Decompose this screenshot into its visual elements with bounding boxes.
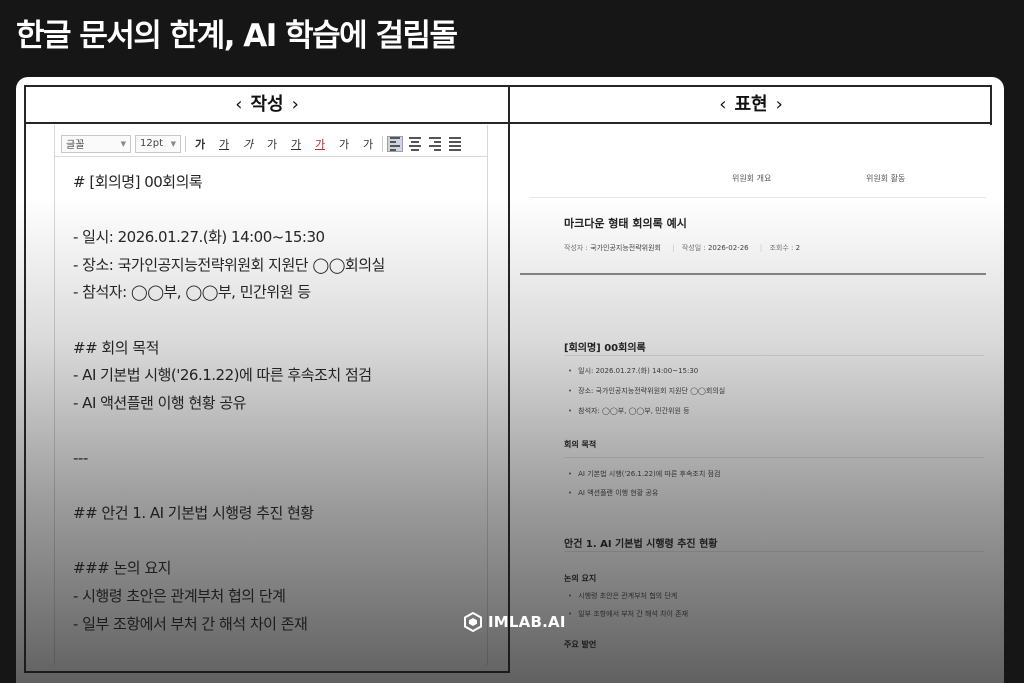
left-column-title: 작성: [250, 94, 284, 115]
page-headline: 한글 문서의 한계, AI 학습에 걸림돌: [16, 18, 458, 54]
align-left-icon[interactable]: [387, 135, 403, 152]
date-value: 2026-02-26: [707, 244, 749, 252]
editor-line: - AI 액션플랜 이행 현황 공유: [73, 393, 246, 412]
minutes-list: 일시: 2026.01.27.(화) 14:00~15:30 장소: 국가인공지…: [568, 361, 725, 421]
heading-key-remarks: 주요 발언: [564, 640, 597, 649]
editor-document[interactable]: 글꼴 ▼ 12pt ▼ 가 가 가 가 가 가 가 가 # [회의명] 00회의…: [54, 125, 488, 665]
post-meta: 작성자 : 국가인공지능전략위원회 | 작성일 : 2026-02-26 | 조…: [564, 243, 804, 253]
editor-line: - 일시: 2026.01.27.(화) 14:00~15:30: [73, 228, 325, 247]
date-label: 작성일 :: [681, 244, 706, 252]
rendered-preview: 위원회 개요 위원회 활동 마크다운 형태 회의록 예시 작성자 : 국가인공지…: [510, 125, 992, 673]
heading-agenda-1: 안건 1. AI 기본법 시행령 추진 현황: [564, 539, 718, 550]
toolbar-separator: [185, 135, 186, 152]
chevron-right-icon: ›: [775, 94, 783, 115]
views-label: 조회수 :: [769, 244, 794, 252]
comparison-card: ‹ 작성 › ‹ 표현 › 글꼴 ▼ 12pt ▼ 가 가 가 가 가 가 가 …: [16, 77, 1004, 683]
highlight-color-button[interactable]: 가: [310, 136, 330, 152]
editor-line: ## 안건 1. AI 기본법 시행령 추진 현황: [73, 504, 314, 523]
editor-line: - 시행령 초안은 관계부처 협의 단계: [73, 586, 286, 605]
list-item: 일부 조항에서 부처 간 해석 차이 존재: [568, 605, 688, 623]
align-center-icon[interactable]: [407, 136, 423, 152]
editor-line: ---: [73, 448, 88, 467]
watermark-text: IMLAB.AI: [488, 613, 566, 631]
hexagon-logo-icon: [464, 612, 482, 632]
list-item: 일시: 2026.01.27.(화) 14:00~15:30: [568, 361, 725, 381]
editor-line: # [회의명] 00회의록: [73, 173, 203, 191]
font-size-value: 12pt: [140, 138, 163, 149]
editor-line: - 장소: 국가인공지능전략위원회 지원단 ◯◯회의실: [73, 255, 385, 274]
heading-underline: [564, 355, 984, 356]
list-item: 장소: 국가인공지능전략위원회 지원단 ◯◯회의실: [568, 381, 725, 401]
bold-button[interactable]: 가: [190, 136, 210, 152]
editor-line: - AI 기본법 시행('26.1.22)에 따른 후속조치 점검: [73, 366, 372, 385]
align-right-icon[interactable]: [427, 136, 443, 152]
chevron-right-icon: ›: [291, 94, 299, 115]
chevron-down-icon: ▼: [120, 139, 126, 148]
post-title: 마크다운 형태 회의록 예시: [564, 217, 687, 230]
comparison-frame: ‹ 작성 › ‹ 표현 › 글꼴 ▼ 12pt ▼ 가 가 가 가 가 가 가 …: [24, 85, 992, 673]
heading-underline: [564, 457, 984, 458]
chevron-left-icon: ‹: [719, 94, 727, 115]
right-column-title: 표현: [734, 94, 768, 115]
heading-underline: [564, 551, 984, 552]
post-divider: [520, 273, 986, 275]
editor-line: ### 논의 요지: [73, 559, 171, 578]
underline-button[interactable]: 가: [214, 136, 234, 152]
editor-line: ## 회의 목적: [73, 338, 159, 357]
right-column-header: ‹ 표현 ›: [510, 87, 992, 122]
views-value: 2: [795, 244, 801, 252]
summary-list: 시행령 초안은 관계부처 협의 단계 일부 조항에서 부처 간 해석 차이 존재: [568, 587, 688, 623]
chevron-left-icon: ‹: [235, 94, 243, 115]
nav-link-committee-overview[interactable]: 위원회 개요: [732, 173, 771, 184]
italic-button[interactable]: 가: [238, 136, 258, 152]
heading-minutes: [회의명] 00회의록: [564, 343, 646, 354]
font-size-select[interactable]: 12pt ▼: [135, 134, 181, 153]
meta-separator: |: [759, 244, 763, 252]
left-column-header: ‹ 작성 ›: [26, 87, 508, 122]
editor-body[interactable]: # [회의명] 00회의록 - 일시: 2026.01.27.(화) 14:00…: [73, 169, 473, 638]
list-item: 참석자: ◯◯부, ◯◯부, 민간위원 등: [568, 401, 725, 421]
list-item: AI 액션플랜 이행 현황 공유: [568, 484, 720, 503]
purpose-list: AI 기본법 시행('26.1.22)에 따른 후속조치 점검 AI 액션플랜 …: [568, 465, 720, 503]
heading-purpose: 회의 목적: [564, 440, 597, 449]
font-family-value: 글꼴: [66, 140, 85, 151]
editor-line: - 참석자: ◯◯부, ◯◯부, 민간위원 등: [73, 283, 311, 302]
nav-link-committee-activities[interactable]: 위원회 활동: [866, 173, 905, 184]
meta-separator: |: [672, 244, 675, 252]
author-value: 국가인공지능전략위원회: [590, 244, 661, 252]
nav-divider: [530, 197, 986, 198]
list-item: AI 기본법 시행('26.1.22)에 따른 후속조치 점검: [568, 465, 720, 484]
font-color-button[interactable]: 가: [286, 136, 306, 152]
strikethrough-button[interactable]: 가: [262, 136, 282, 152]
chevron-down-icon: ▼: [170, 139, 176, 148]
align-justify-icon[interactable]: [447, 136, 463, 152]
author-label: 작성자 :: [564, 244, 588, 252]
subscript-button[interactable]: 가: [358, 136, 378, 152]
list-item: 시행령 초안은 관계부처 협의 단계: [568, 587, 688, 605]
toolbar-separator: [382, 135, 383, 152]
watermark: IMLAB.AI: [464, 612, 566, 632]
font-family-select[interactable]: 글꼴 ▼: [61, 134, 131, 153]
editor-toolbar: 글꼴 ▼ 12pt ▼ 가 가 가 가 가 가 가 가: [55, 131, 487, 157]
editor-line: - 일부 조항에서 부처 간 해석 차이 존재: [73, 614, 308, 633]
heading-summary: 논의 요지: [564, 574, 597, 583]
superscript-button[interactable]: 가: [334, 136, 354, 152]
